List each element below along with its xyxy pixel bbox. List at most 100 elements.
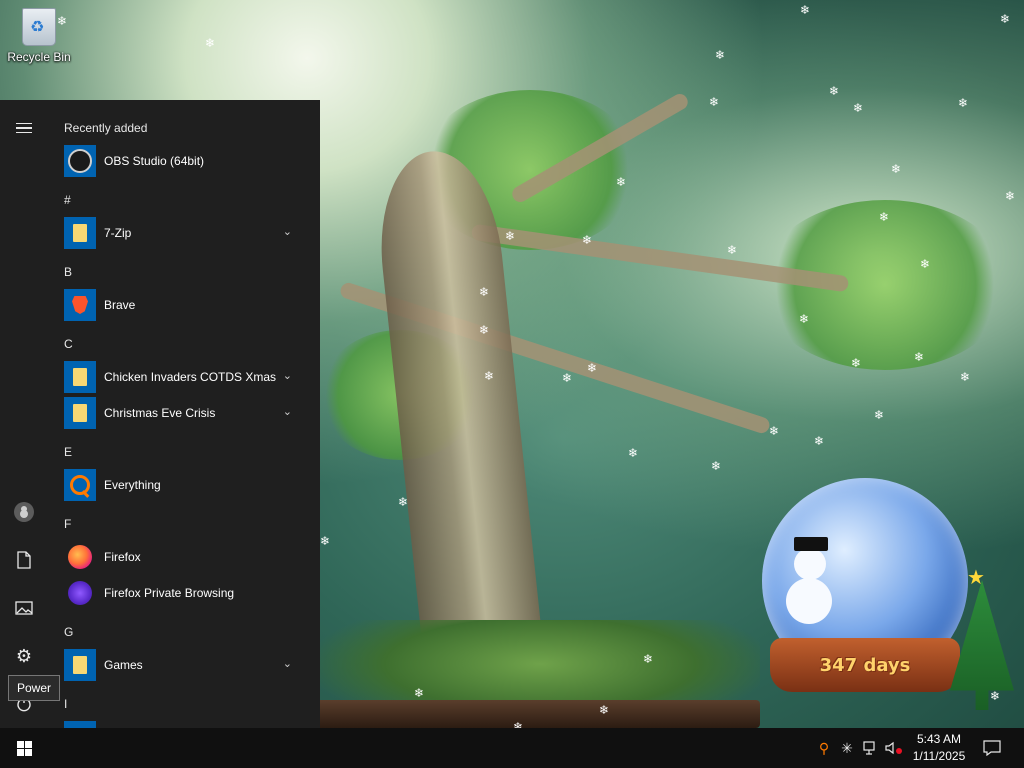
section-header[interactable]: B: [64, 265, 72, 279]
snowflake-icon: ❄: [727, 243, 738, 257]
clock-date: 1/11/2025: [912, 749, 966, 763]
app-item-everything[interactable]: Everything: [64, 467, 312, 503]
snowflake-icon: ❄: [484, 369, 495, 383]
snowflake-icon: ❄: [709, 95, 720, 109]
folder-icon: [64, 397, 96, 429]
snowflake-icon: ❄: [958, 96, 969, 110]
everything-tray-icon[interactable]: ⚲: [814, 738, 834, 758]
app-item-brave[interactable]: Brave: [64, 287, 312, 323]
snowflake-icon: ❄: [205, 36, 216, 50]
snowflake-icon: ❄: [829, 84, 840, 98]
app-item-games[interactable]: Games ⌄: [64, 647, 312, 683]
folder-icon: [64, 649, 96, 681]
snow-globe-base: 347 days: [770, 638, 960, 692]
snowman-hat-icon: [794, 537, 828, 551]
app-label: Games: [104, 658, 143, 672]
app-list: Recently added OBS Studio (64bit) # 7-Zi…: [56, 100, 320, 728]
snowflake-icon: ❄: [1005, 189, 1016, 203]
snowflake-icon: ❄: [562, 371, 573, 385]
snowflake-icon: ❄: [851, 356, 862, 370]
start-rail: ⚙: [0, 100, 48, 728]
obs-icon: [64, 145, 96, 177]
power-tooltip: Power: [8, 675, 60, 701]
app-item-7zip[interactable]: 7-Zip ⌄: [64, 215, 312, 251]
snowflake-icon: ❄: [799, 312, 810, 326]
clock[interactable]: 5:43 AM 1/11/2025: [906, 731, 972, 765]
snowflake-icon: ❄: [414, 686, 425, 700]
app-label: Firefox: [104, 550, 141, 564]
settings-button[interactable]: ⚙: [0, 632, 48, 680]
snowflake-icon: ❄: [814, 434, 825, 448]
snowflake-icon: ❄: [479, 285, 490, 299]
snowflake-icon: ❄: [914, 350, 925, 364]
snowflake-icon: ❄: [800, 3, 811, 17]
snowflake-icon: ❄: [628, 446, 639, 460]
notification-icon: [983, 740, 1001, 756]
notification-center-button[interactable]: [978, 734, 1006, 762]
chevron-down-icon: ⌄: [282, 226, 292, 238]
snowflake-icon: ❄: [891, 162, 902, 176]
snowflake-icon: ❄: [769, 424, 780, 438]
section-header[interactable]: F: [64, 517, 71, 531]
recycle-bin-shortcut[interactable]: Recycle Bin: [4, 6, 74, 76]
app-item-partial[interactable]: [64, 719, 312, 728]
snowflake-icon: ❄: [398, 495, 409, 509]
app-item-christmas-eve-crisis[interactable]: Christmas Eve Crisis ⌄: [64, 395, 312, 431]
brave-icon: [64, 289, 96, 321]
app-label: Everything: [104, 478, 161, 492]
snowflake-icon: ❄: [582, 233, 593, 247]
snowman-icon: [786, 578, 832, 624]
snowflake-icon: ❄: [960, 370, 971, 384]
app-label: OBS Studio (64bit): [104, 154, 205, 168]
app-item-firefox-private[interactable]: Firefox Private Browsing: [64, 575, 312, 611]
app-item-obs-studio[interactable]: OBS Studio (64bit): [64, 143, 312, 179]
app-item-chicken-invaders[interactable]: Chicken Invaders COTDS Xmas ⌄: [64, 359, 312, 395]
section-header[interactable]: E: [64, 445, 72, 459]
section-header[interactable]: I: [64, 697, 67, 711]
snowflake-icon: ❄: [990, 689, 1001, 703]
volume-muted-icon[interactable]: [884, 738, 904, 758]
recycle-bin-label: Recycle Bin: [7, 50, 71, 64]
app-label: Brave: [104, 298, 136, 312]
snowflake-icon: ❄: [599, 703, 610, 717]
snowflake-icon: ❄: [920, 257, 931, 271]
snowflake-icon: ❄: [479, 323, 490, 337]
snowflake-icon: ❄: [1000, 12, 1011, 26]
snowflake-icon: ❄: [587, 361, 598, 375]
hamburger-icon: [16, 120, 32, 137]
section-header: Recently added: [64, 121, 148, 135]
document-icon: [17, 551, 31, 569]
sparkle-tray-icon[interactable]: ✳: [837, 738, 857, 758]
snowman-head-icon: [794, 548, 826, 580]
recycle-bin-icon: [22, 8, 56, 46]
snowflake-icon: ❄: [513, 720, 524, 728]
section-header[interactable]: C: [64, 337, 73, 351]
windows-logo-icon: [16, 740, 32, 756]
documents-button[interactable]: [0, 536, 48, 584]
user-avatar-icon: [14, 502, 34, 522]
expand-menu-button[interactable]: [0, 104, 48, 152]
star-icon: ★: [967, 567, 985, 589]
app-label: Chicken Invaders COTDS Xmas: [104, 370, 277, 384]
clock-time: 5:43 AM: [916, 732, 962, 746]
network-icon[interactable]: [861, 738, 881, 758]
snowflake-icon: ❄: [879, 210, 890, 224]
app-label: Firefox Private Browsing: [104, 586, 235, 600]
firefox-private-icon: [64, 577, 96, 609]
snowflake-icon: ❄: [320, 534, 331, 548]
app-item-firefox[interactable]: Firefox: [64, 539, 312, 575]
section-header[interactable]: #: [64, 193, 71, 207]
app-label: 7-Zip: [104, 226, 132, 240]
folder-icon: [64, 361, 96, 393]
folder-icon: [64, 217, 96, 249]
section-header[interactable]: G: [64, 625, 73, 639]
everything-icon: [64, 469, 96, 501]
gear-icon: ⚙: [15, 645, 33, 666]
snowflake-icon: ❄: [711, 459, 722, 473]
pictures-button[interactable]: [0, 584, 48, 632]
taskbar: ⚲ ✳ 5:43 AM 1/11/2025: [0, 728, 1024, 768]
snowflake-icon: ❄: [715, 48, 726, 62]
start-button[interactable]: [0, 728, 48, 768]
account-button[interactable]: [0, 488, 48, 536]
snowflake-icon: ❄: [853, 101, 864, 115]
